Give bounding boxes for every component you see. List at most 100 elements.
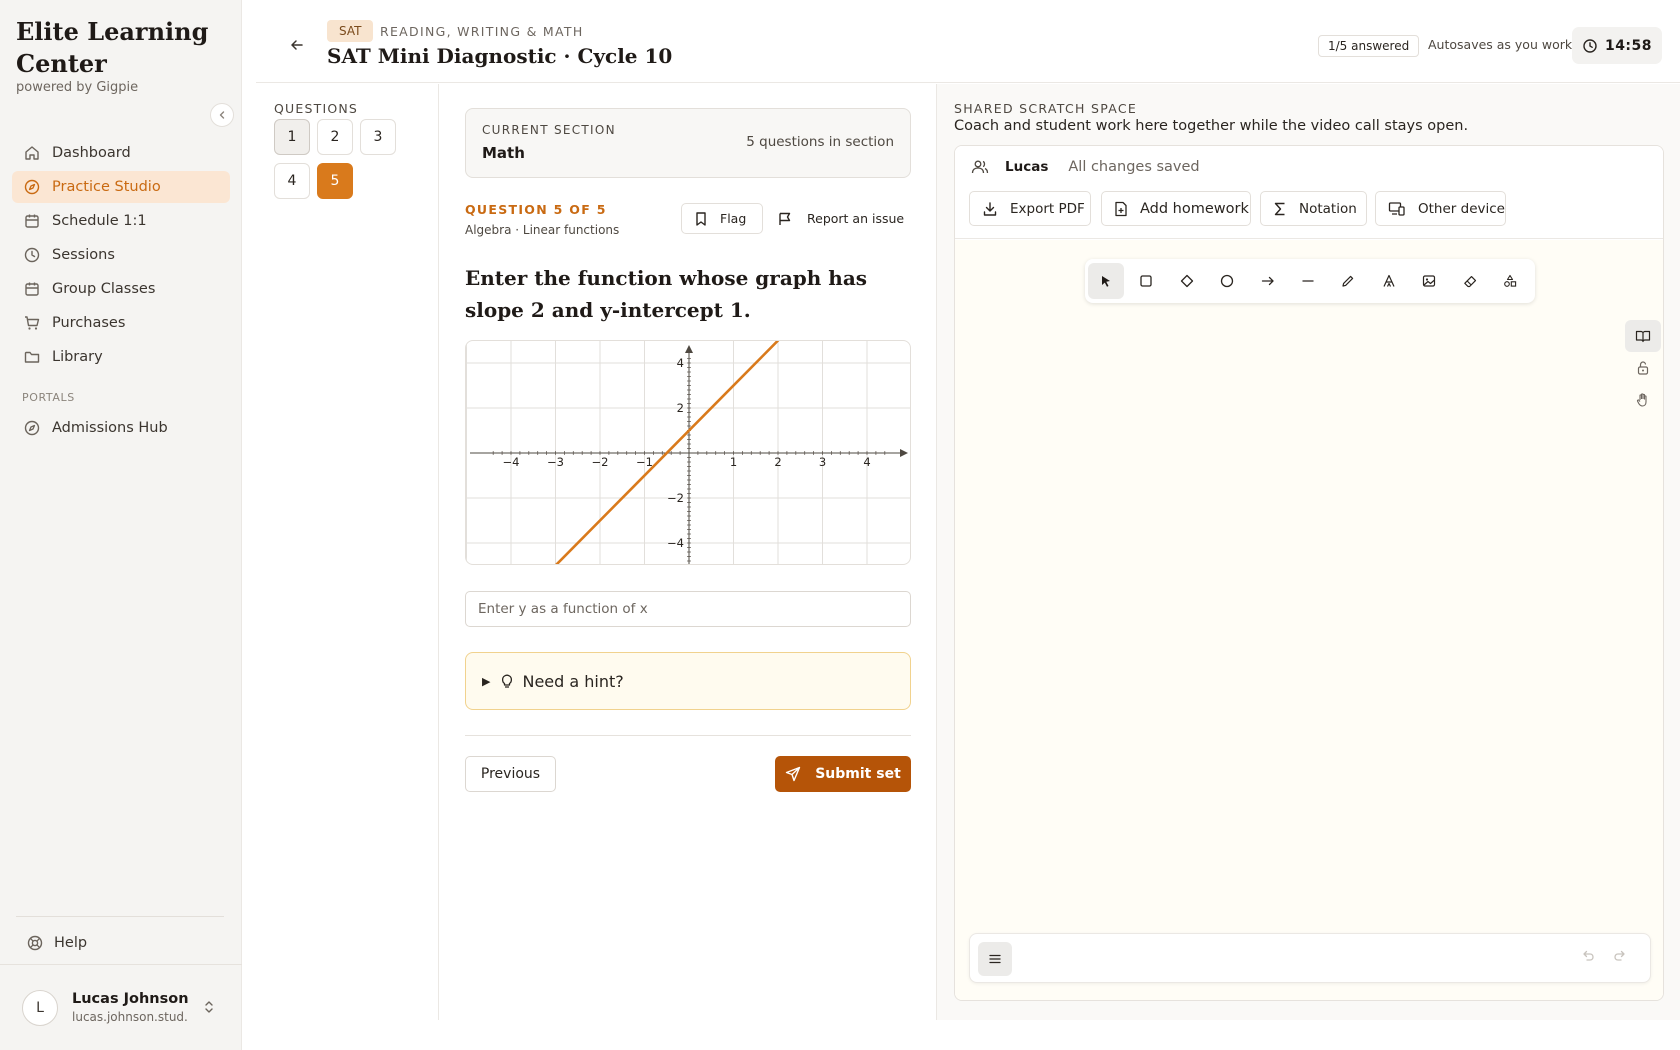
select-tool[interactable] — [1088, 263, 1124, 299]
arrow-right-icon — [1261, 276, 1274, 286]
actions-divider — [465, 735, 911, 736]
lightbulb-icon — [500, 673, 514, 689]
section-question-count: 5 questions in section — [746, 134, 894, 150]
question-button-1[interactable]: 1 — [274, 119, 310, 155]
book-open-icon — [1635, 330, 1651, 343]
sidebar-divider — [16, 916, 224, 917]
line-tool[interactable] — [1290, 263, 1326, 299]
arrow-left-icon — [291, 40, 303, 50]
help-label: Help — [54, 935, 88, 951]
sidebar-item-schedule[interactable]: Schedule 1:1 — [12, 205, 230, 237]
sidebar-item-purchases[interactable]: Purchases — [12, 307, 230, 339]
section-name: Math — [482, 144, 525, 162]
x-tick-label: −2 — [592, 455, 609, 469]
export-pdf-button[interactable]: Export PDF — [969, 191, 1091, 226]
x-tick-label: 4 — [863, 455, 870, 469]
shapes-library-tool[interactable] — [1492, 263, 1528, 299]
compass-icon — [22, 177, 42, 197]
download-icon — [982, 201, 998, 217]
exam-badge: SAT — [327, 20, 374, 42]
hamburger-menu-icon — [989, 954, 1001, 964]
portals-nav: Admissions Hub — [12, 412, 230, 446]
question-button-3[interactable]: 3 — [360, 119, 396, 155]
eraser-tool[interactable] — [1452, 263, 1488, 299]
flag-icon — [777, 211, 793, 227]
drawing-canvas[interactable] — [955, 240, 1663, 1000]
compass-icon — [22, 418, 42, 438]
notation-label: Notation — [1299, 200, 1357, 217]
user-menu[interactable]: L Lucas Johnson lucas.johnson.stud... — [22, 988, 232, 1030]
sidebar-item-label: Sessions — [52, 247, 115, 263]
sidebar-item-label: Admissions Hub — [52, 420, 168, 436]
portals-heading: PORTALS — [22, 391, 75, 404]
answered-count-badge: 1/5 answered — [1318, 35, 1420, 57]
hand-icon — [1636, 393, 1647, 407]
other-device-button[interactable]: Other device — [1375, 191, 1506, 226]
add-homework-button[interactable]: Add homework — [1101, 191, 1251, 226]
brand-title: Elite Learning Center — [16, 17, 209, 78]
exam-subjects: READING, WRITING & MATH — [380, 24, 584, 39]
canvas-menu-button[interactable] — [978, 942, 1012, 976]
pan-tool-button[interactable] — [1625, 384, 1661, 416]
help-link[interactable]: Help — [26, 931, 87, 955]
notation-button[interactable]: Notation — [1260, 191, 1367, 226]
export-label: Export PDF — [1010, 200, 1085, 217]
image-tool[interactable] — [1411, 263, 1447, 299]
x-tick-label: 1 — [730, 455, 737, 469]
back-button[interactable] — [286, 34, 308, 56]
answer-input[interactable] — [465, 591, 911, 627]
rectangle-tool[interactable] — [1128, 263, 1164, 299]
question-number: QUESTION 5 OF 5 — [465, 202, 607, 217]
disclosure-triangle-icon: ▶ — [482, 674, 491, 688]
question-button-4[interactable]: 4 — [274, 163, 310, 199]
flag-button[interactable]: Flag — [681, 203, 763, 234]
previous-button[interactable]: Previous — [465, 756, 556, 792]
collapse-sidebar-button[interactable] — [210, 103, 234, 127]
board-owner-name: Lucas — [1005, 159, 1049, 175]
arrow-tool[interactable] — [1250, 263, 1286, 299]
ellipse-tool[interactable] — [1209, 263, 1245, 299]
cursor-icon — [1102, 276, 1110, 287]
coordinate-plane: −4 −3 −2 −1 1 2 3 4 4 2 −2 −4 — [466, 341, 910, 564]
calendar-icon — [22, 211, 42, 231]
shapes-icon — [1504, 274, 1517, 287]
lock-canvas-button[interactable] — [1625, 352, 1661, 384]
redo-button[interactable] — [1612, 948, 1628, 964]
sidebar-item-group-classes[interactable]: Group Classes — [12, 273, 230, 305]
chevron-left-icon — [219, 111, 225, 119]
library-panel-button[interactable] — [1625, 320, 1661, 352]
send-icon — [785, 766, 801, 782]
undo-button[interactable] — [1580, 948, 1596, 964]
clock-icon — [22, 245, 42, 265]
board-owner: Lucas All changes saved — [971, 157, 1200, 177]
whiteboard-header: Lucas All changes saved Export PDF Add h… — [955, 146, 1663, 239]
sidebar: Elite Learning Center powered by Gigpie … — [0, 0, 242, 1050]
sidebar-item-practice-studio[interactable]: Practice Studio — [12, 171, 230, 203]
diamond-tool[interactable] — [1169, 263, 1205, 299]
pen-tool[interactable] — [1330, 263, 1366, 299]
sidebar-item-sessions[interactable]: Sessions — [12, 239, 230, 271]
question-button-5[interactable]: 5 — [317, 163, 353, 199]
users-icon — [971, 159, 989, 175]
save-status: All changes saved — [1068, 159, 1200, 175]
text-tool[interactable] — [1371, 263, 1407, 299]
question-button-2[interactable]: 2 — [317, 119, 353, 155]
sidebar-item-dashboard[interactable]: Dashboard — [12, 137, 230, 169]
undo-icon — [1583, 950, 1594, 961]
folder-icon — [22, 347, 42, 367]
user-divider — [0, 964, 242, 965]
file-plus-icon — [1114, 201, 1128, 217]
sidebar-item-label: Library — [52, 349, 103, 365]
canvas-footer-bar — [969, 933, 1651, 983]
current-section-card: CURRENT SECTION Math 5 questions in sect… — [465, 108, 911, 178]
hint-toggle[interactable]: ▶ Need a hint? — [465, 652, 911, 710]
countdown-timer: 14:58 — [1572, 27, 1662, 64]
scratch-description: Coach and student work here together whi… — [954, 118, 1469, 134]
report-issue-button[interactable]: Report an issue — [777, 203, 904, 234]
sidebar-item-admissions-hub[interactable]: Admissions Hub — [12, 412, 230, 444]
canvas-side-tools — [1625, 320, 1661, 416]
submit-set-button[interactable]: Submit set — [775, 756, 911, 792]
diamond-icon — [1180, 274, 1193, 288]
brand-subtitle: powered by Gigpie — [16, 80, 139, 95]
sidebar-item-library[interactable]: Library — [12, 341, 230, 373]
